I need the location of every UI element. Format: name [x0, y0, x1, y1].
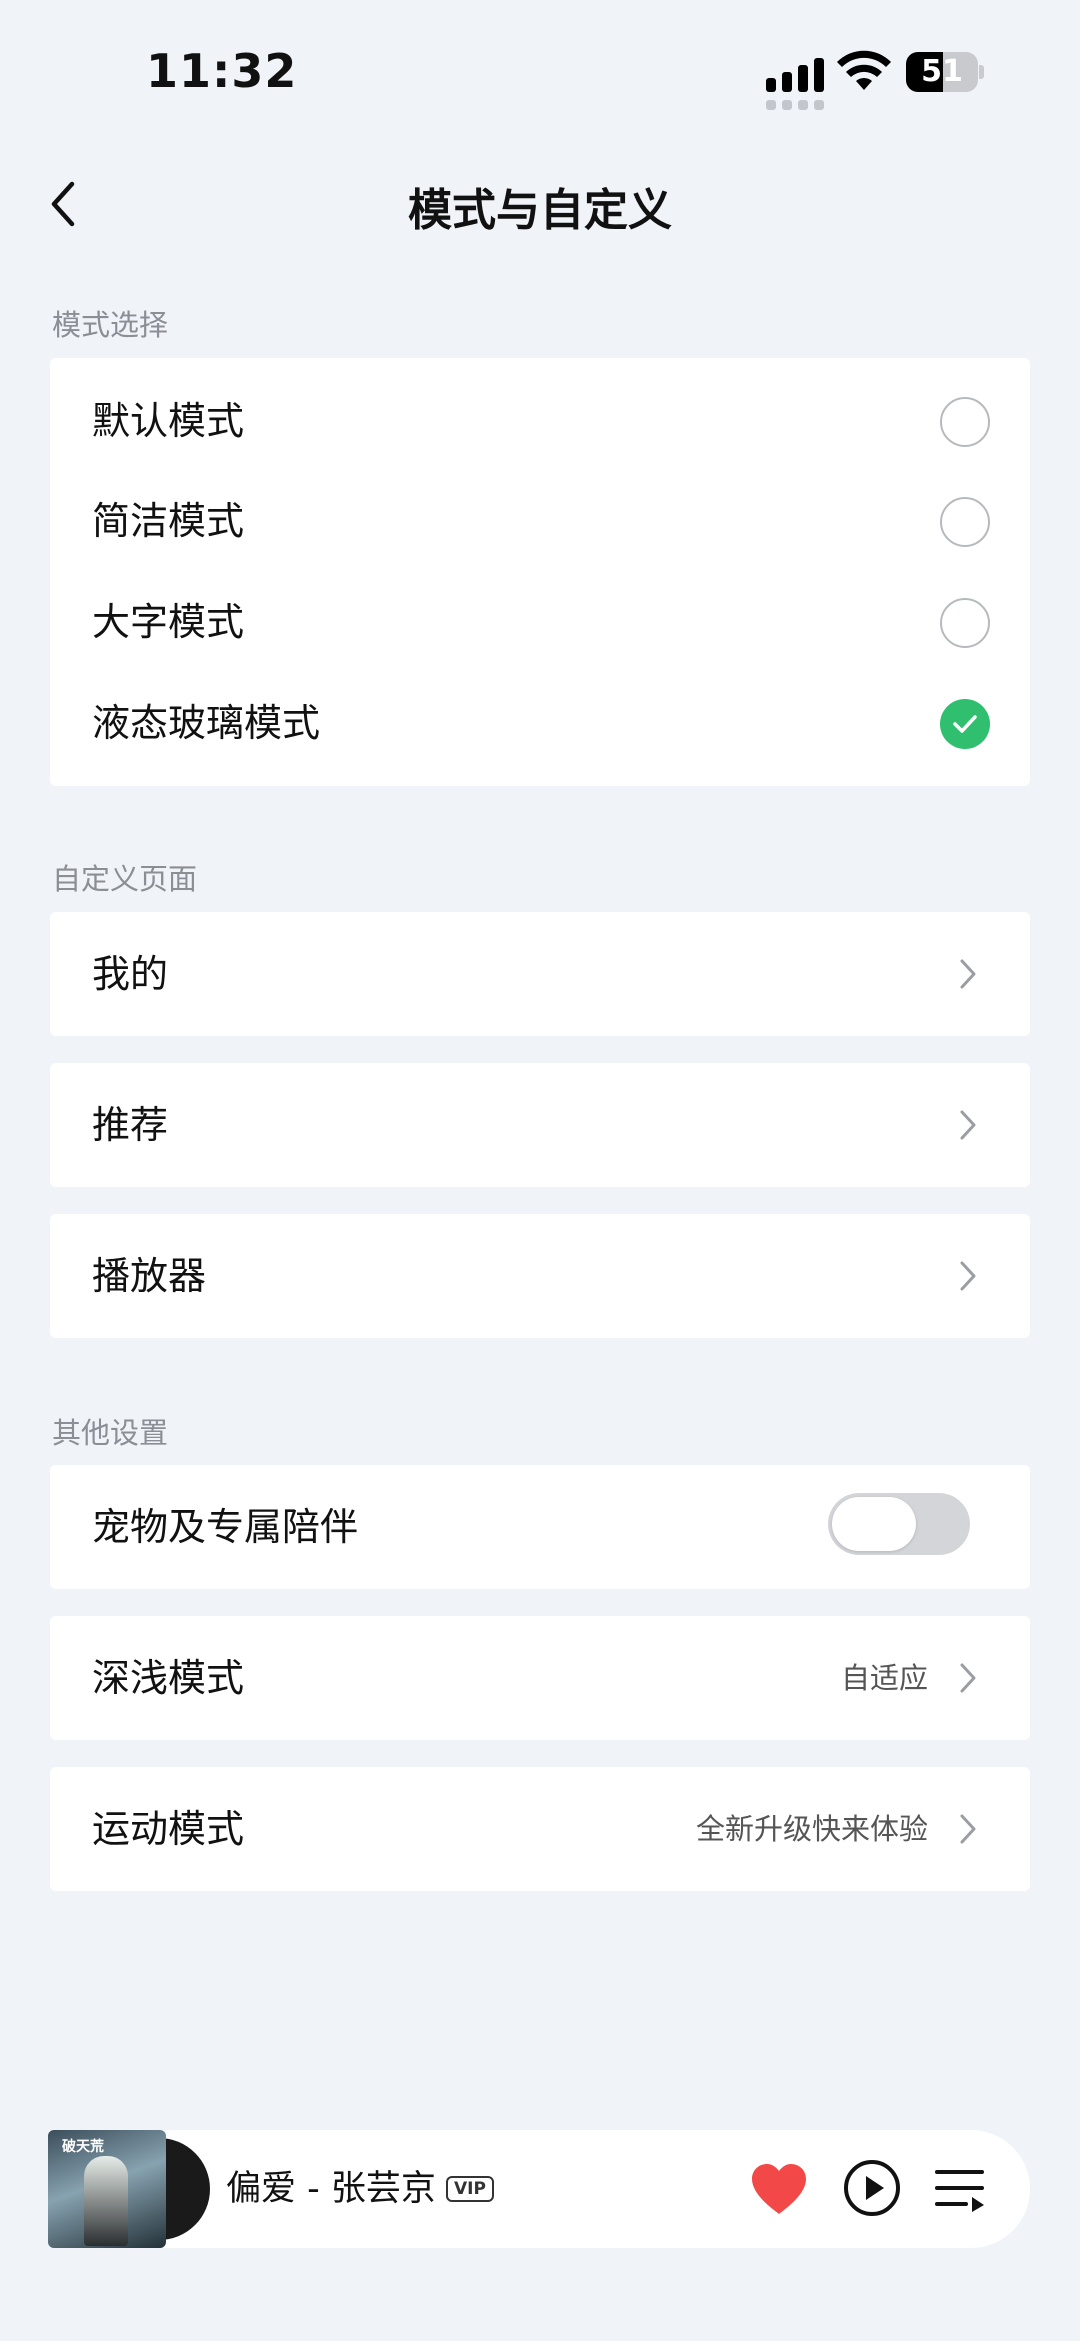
- chevron-right-icon: [960, 959, 976, 989]
- status-bar: 11:32 51: [0, 0, 1080, 140]
- dark-mode-label: 深浅模式: [92, 1656, 245, 1700]
- custom-item-player[interactable]: 播放器: [50, 1214, 1030, 1338]
- nav-bar: 模式与自定义: [0, 160, 1080, 250]
- album-cover: 破天荒: [48, 2130, 166, 2248]
- battery-percent: 51: [921, 54, 963, 89]
- custom-item-mine[interactable]: 我的: [50, 912, 1030, 1036]
- chevron-right-icon: [960, 1261, 976, 1291]
- mode-option-label: 大字模式: [92, 600, 245, 644]
- playlist-icon[interactable]: [934, 2164, 986, 2214]
- radio-button[interactable]: [940, 497, 990, 547]
- pet-companion-toggle[interactable]: [828, 1493, 970, 1555]
- signal-icon: [766, 54, 824, 110]
- section-label-other: 其他设置: [52, 1416, 169, 1450]
- status-time: 11:32: [146, 44, 298, 98]
- check-icon: [953, 715, 977, 733]
- custom-item-label: 我的: [92, 952, 169, 996]
- mode-option[interactable]: 液态玻璃模式: [50, 673, 1030, 773]
- album-art[interactable]: 破天荒: [48, 2130, 210, 2248]
- sport-mode-row[interactable]: 运动模式 全新升级快来体验: [50, 1767, 1030, 1891]
- radio-button[interactable]: [940, 397, 990, 447]
- track-title: 偏爱 - 张芸京: [226, 2169, 436, 2209]
- chevron-right-icon: [960, 1814, 976, 1844]
- sport-mode-value: 全新升级快来体验: [695, 1812, 928, 1846]
- custom-item-label: 播放器: [92, 1254, 207, 1298]
- page-title: 模式与自定义: [408, 185, 672, 236]
- mode-option-label: 默认模式: [92, 399, 245, 443]
- mini-player[interactable]: 破天荒 偏爱 - 张芸京 VIP: [48, 2130, 1030, 2248]
- battery-icon: 51: [906, 52, 984, 92]
- pet-companion-label: 宠物及专属陪伴: [92, 1505, 359, 1549]
- chevron-right-icon: [960, 1110, 976, 1140]
- radio-button-checked[interactable]: [940, 699, 990, 749]
- dark-mode-row[interactable]: 深浅模式 自适应: [50, 1616, 1030, 1740]
- mode-card: 默认模式 简洁模式 大字模式 液态玻璃模式: [50, 358, 1030, 786]
- custom-item-recommend[interactable]: 推荐: [50, 1063, 1030, 1187]
- section-label-mode: 模式选择: [52, 308, 169, 342]
- mode-option[interactable]: 默认模式: [50, 371, 1030, 471]
- mode-option[interactable]: 大字模式: [50, 572, 1030, 672]
- heart-icon[interactable]: [750, 2162, 808, 2216]
- pet-companion-row: 宠物及专属陪伴: [50, 1465, 1030, 1589]
- section-label-custom: 自定义页面: [52, 862, 198, 896]
- custom-item-label: 推荐: [92, 1103, 169, 1147]
- wifi-icon: [837, 50, 891, 90]
- play-icon[interactable]: [842, 2158, 902, 2218]
- vip-badge: VIP: [446, 2176, 494, 2202]
- dark-mode-value: 自适应: [840, 1661, 928, 1695]
- mode-option-label: 液态玻璃模式: [92, 701, 321, 745]
- chevron-right-icon: [960, 1663, 976, 1693]
- radio-button[interactable]: [940, 598, 990, 648]
- cover-figure: [84, 2156, 128, 2246]
- mode-option[interactable]: 简洁模式: [50, 471, 1030, 571]
- sport-mode-label: 运动模式: [92, 1807, 245, 1851]
- mode-option-label: 简洁模式: [92, 499, 245, 543]
- cover-title: 破天荒: [62, 2139, 104, 2155]
